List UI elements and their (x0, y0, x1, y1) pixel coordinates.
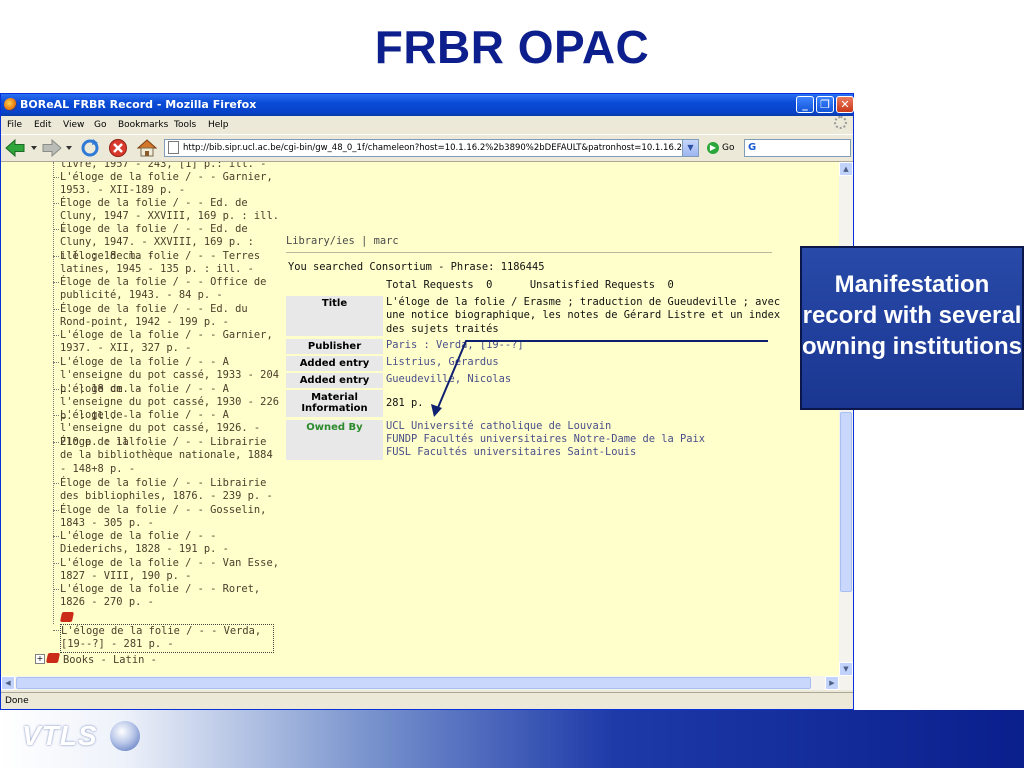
globe-icon (110, 721, 140, 751)
annotation-callout: Manifestation record with several owning… (800, 246, 1024, 410)
vtls-logo: VTLS (22, 720, 98, 751)
footer-band: VTLS (0, 710, 1024, 768)
